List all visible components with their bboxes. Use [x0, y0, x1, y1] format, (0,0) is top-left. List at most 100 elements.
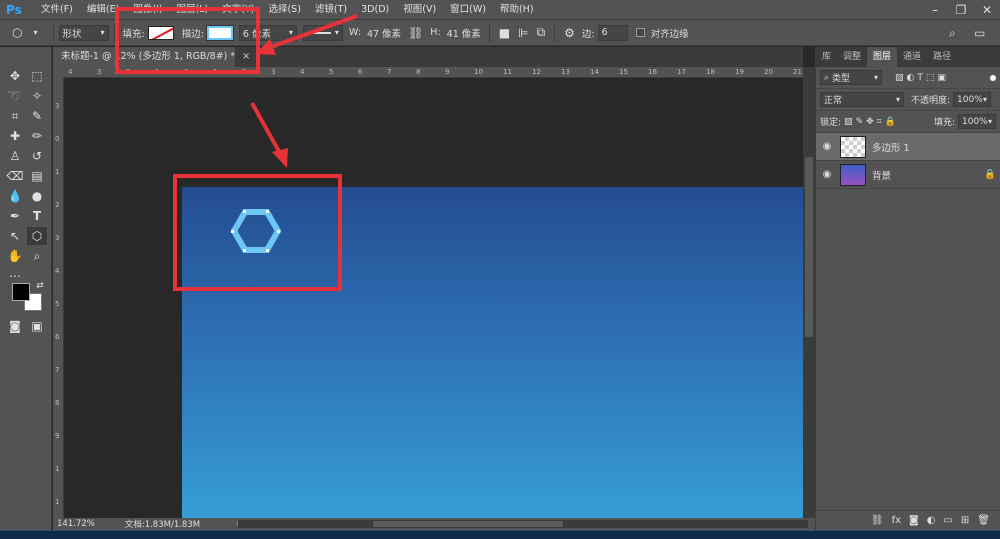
menu-window[interactable]: 窗口(W) [443, 0, 493, 20]
trash-icon[interactable]: 🗑 [977, 515, 990, 526]
menu-help[interactable]: 帮助(H) [493, 0, 541, 20]
crop-tool-icon[interactable]: ⌗ [5, 107, 25, 125]
filter-kind-dropdown[interactable]: ⌕ 类型 ▾ [820, 70, 882, 85]
layer-name[interactable]: 背景 [872, 168, 891, 182]
gear-icon[interactable]: ⚙ [564, 26, 575, 40]
menu-file[interactable]: 文件(F) [34, 0, 80, 20]
filter-toggle-icon[interactable] [990, 74, 996, 81]
filter-type-icon[interactable]: T [917, 73, 923, 83]
ruler-tick-label: 3 [97, 68, 102, 76]
quick-mask-icon[interactable]: ◙ [5, 317, 25, 335]
pen-tool-icon[interactable]: ✒ [5, 207, 25, 225]
filter-shape-icon[interactable]: ⬚ [926, 73, 935, 83]
close-button[interactable]: ✕ [974, 0, 1000, 20]
lasso-tool-icon[interactable]: ➰ [5, 87, 25, 105]
filter-pixel-icon[interactable]: ▨ [895, 73, 904, 83]
healing-brush-tool-icon[interactable]: ✚ [5, 127, 25, 145]
height-value[interactable]: 41 像素 [447, 26, 481, 40]
tab-layers[interactable]: 图层 [867, 47, 898, 67]
link-icon[interactable]: ⛓ [408, 26, 423, 40]
align-edges-checkbox[interactable] [635, 28, 645, 37]
horizontal-scrollbar-thumb[interactable] [373, 521, 563, 527]
swap-colors-icon[interactable]: ⇄ [30, 277, 50, 295]
marquee-tool-icon[interactable]: ⬚ [27, 67, 47, 85]
polygon-tool-icon[interactable]: ⬡ [27, 227, 47, 245]
move-tool-icon[interactable]: ✥ [5, 67, 25, 85]
menu-3d[interactable]: 3D(D) [354, 0, 396, 20]
sides-input[interactable]: 6 [597, 24, 628, 41]
tool-preset-picker[interactable]: ⬡ ▾ [0, 26, 48, 40]
foreground-color-swatch[interactable] [12, 283, 30, 301]
lock-image-icon[interactable]: ✎ [856, 117, 864, 127]
opacity-field[interactable]: 100% ▾ [953, 92, 992, 107]
lock-artboard-icon[interactable]: ⌗ [877, 117, 882, 127]
lock-fill-row: 锁定: ▨ ✎ ✥ ⌗ 🔒 填充: 100% ▾ [816, 111, 1000, 133]
path-arrangement-icon[interactable]: ⧉ [537, 25, 546, 40]
tab-paths[interactable]: 路径 [927, 47, 957, 67]
eraser-tool-icon[interactable]: ⌫ [5, 167, 25, 185]
zoom-tool-icon[interactable]: ⌕ [27, 247, 47, 265]
width-value[interactable]: 47 像素 [367, 26, 401, 40]
eyedropper-tool-icon[interactable]: ✎ [27, 107, 47, 125]
blur-tool-icon[interactable]: 💧 [5, 187, 25, 205]
ruler-tick-label: 6 [358, 68, 363, 76]
minimize-button[interactable]: – [922, 0, 948, 20]
fx-icon[interactable]: fx [892, 515, 901, 526]
brush-tool-icon[interactable]: ✏ [27, 127, 47, 145]
new-group-icon[interactable]: ▭ [943, 515, 952, 526]
canvas-area[interactable] [64, 78, 803, 518]
filter-adjustment-icon[interactable]: ◐ [907, 73, 915, 83]
menu-view[interactable]: 视图(V) [396, 0, 443, 20]
dodge-tool-icon[interactable]: ● [27, 187, 47, 205]
restore-button[interactable]: ❐ [948, 0, 974, 20]
ps-logo: Ps [6, 2, 22, 17]
add-mask-icon[interactable]: ◙ [909, 515, 919, 526]
menu-select[interactable]: 选择(S) [261, 0, 307, 20]
workspace-icon[interactable]: ▭ [974, 26, 985, 40]
link-layers-icon[interactable]: ⛓ [871, 515, 884, 526]
visibility-eye-icon[interactable]: ◉ [820, 169, 834, 180]
vertical-scrollbar[interactable] [803, 67, 815, 518]
ruler-tick-label: 9 [55, 432, 60, 440]
magic-wand-tool-icon[interactable]: ✧ [27, 87, 47, 105]
search-icon[interactable]: ⌕ [949, 26, 956, 41]
blend-mode-dropdown[interactable]: 正常 ▾ [820, 92, 904, 107]
layer-thumbnail [840, 163, 866, 186]
vertical-scrollbar-thumb[interactable] [805, 157, 813, 337]
mode-dropdown[interactable]: 形状 ▾ [58, 24, 109, 41]
blend-mode-value: 正常 [824, 96, 843, 106]
layer-row[interactable]: ◉ 多边形 1 [816, 133, 1000, 161]
ruler-tick-label: 4 [68, 68, 73, 76]
stroke-type-dropdown[interactable]: ▾ [302, 24, 343, 41]
ruler-tick-label: 5 [329, 68, 334, 76]
fill-value: 100% [962, 116, 988, 127]
new-layer-icon[interactable]: ⊞ [961, 515, 969, 526]
layer-row[interactable]: ◉ 背景 🔒 [816, 161, 1000, 189]
lock-transparent-icon[interactable]: ▨ [844, 117, 853, 127]
path-operations-icon[interactable]: ■ [499, 26, 510, 40]
zoom-level[interactable]: 141.72% [57, 519, 95, 529]
blend-opacity-row: 正常 ▾ 不透明度: 100% ▾ [816, 89, 1000, 111]
menu-filter[interactable]: 滤镜(T) [308, 0, 354, 20]
fill-field[interactable]: 100% ▾ [958, 114, 996, 129]
hand-tool-icon[interactable]: ✋ [5, 247, 25, 265]
history-brush-tool-icon[interactable]: ↺ [27, 147, 47, 165]
tab-adjustments[interactable]: 调整 [837, 47, 867, 67]
screen-mode-icon[interactable]: ▣ [27, 317, 47, 335]
adjustment-layer-icon[interactable]: ◐ [927, 515, 936, 526]
lock-all-icon[interactable]: 🔒 [885, 117, 896, 127]
tab-channels[interactable]: 通道 [897, 47, 927, 67]
visibility-eye-icon[interactable]: ◉ [820, 141, 834, 152]
type-tool-icon[interactable]: T [27, 207, 47, 225]
gradient-tool-icon[interactable]: ▤ [27, 167, 47, 185]
layer-name[interactable]: 多边形 1 [872, 140, 910, 154]
horizontal-scrollbar[interactable] [238, 520, 808, 528]
path-alignment-icon[interactable]: ⊫ [518, 26, 528, 40]
divider [488, 23, 490, 42]
chevron-down-icon: ▾ [100, 28, 105, 37]
tab-libraries[interactable]: 库 [816, 47, 837, 67]
clone-stamp-tool-icon[interactable]: ♙ [5, 147, 25, 165]
path-selection-tool-icon[interactable]: ↖ [5, 227, 25, 245]
filter-smart-object-icon[interactable]: ▣ [937, 73, 946, 83]
lock-position-icon[interactable]: ✥ [866, 117, 874, 127]
